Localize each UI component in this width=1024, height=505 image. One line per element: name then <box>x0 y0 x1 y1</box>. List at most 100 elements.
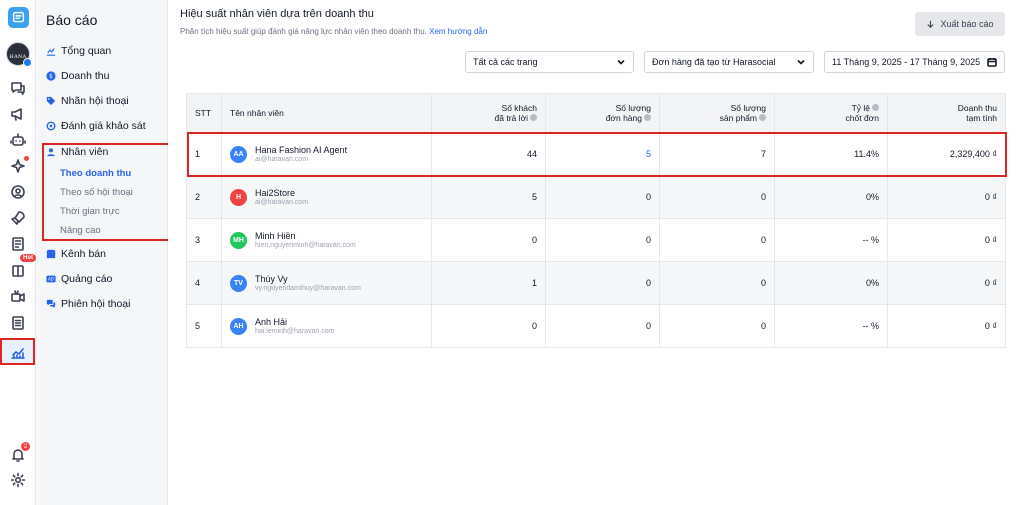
app-logo-icon[interactable] <box>8 7 29 28</box>
cell-stt: 1 <box>186 132 222 176</box>
svg-text:$: $ <box>49 74 53 80</box>
cell-orders: 0 <box>545 218 660 262</box>
robot-icon[interactable] <box>6 128 30 152</box>
avatar: AH <box>230 317 247 335</box>
cell-products: 0 <box>659 175 775 219</box>
employee-name: Thúy Vy <box>255 274 288 284</box>
megaphone-icon[interactable] <box>6 102 30 126</box>
main-content: Hiệu suất nhân viên dựa trên doanh thu P… <box>168 0 1024 505</box>
notification-count-badge: 2 <box>21 442 30 451</box>
cell-orders: 0 <box>545 175 660 219</box>
cell-revenue: 2,329,400 ₫ <box>887 132 1006 176</box>
cell-close-rate: 0% <box>774 261 888 305</box>
help-icon[interactable] <box>872 104 879 112</box>
sidebar-item-sessions[interactable]: Phiên hội thoại <box>46 297 130 311</box>
video-icon[interactable] <box>6 284 30 308</box>
sidebar-item-ads[interactable]: AD Quảng cáo <box>46 272 112 286</box>
reports-rail-item[interactable] <box>0 338 35 365</box>
customer-icon[interactable] <box>6 180 30 204</box>
sidebar-item-survey[interactable]: Đánh giá khảo sát <box>46 119 146 133</box>
sparkle-icon[interactable] <box>6 154 30 178</box>
cell-revenue: 0 ₫ <box>887 304 1006 348</box>
store-icon <box>46 249 56 259</box>
sidebar-item-staff[interactable]: Nhân viên <box>46 145 108 159</box>
sidebar-subitem-by-revenue[interactable]: Theo doanh thu <box>60 168 131 179</box>
cell-customers: 0 <box>431 218 546 262</box>
sidebar-title: Báo cáo <box>46 12 98 28</box>
calendar-icon <box>987 58 997 67</box>
employee-name: Anh Hải <box>255 317 288 327</box>
cell-products: 0 <box>659 261 775 305</box>
header-stt: STT <box>186 93 222 133</box>
cell-stt: 5 <box>186 304 222 348</box>
avatar: MH <box>230 231 247 249</box>
cell-employee: AH Anh Hải hai.leminh@haravan.com <box>221 304 432 348</box>
sidebar-subitem-by-conversations[interactable]: Theo số hội thoại <box>60 187 133 198</box>
table-row[interactable]: 3 MH Minh Hiền hien.nguyenminh@haravan.co… <box>186 218 1006 262</box>
employee-name: Minh Hiền <box>255 231 296 241</box>
table-row[interactable]: 1 AA Hana Fashion AI Agent ai@haravan.com… <box>186 132 1006 176</box>
cell-close-rate: -- % <box>774 218 888 262</box>
employee-email: hien.nguyenminh@haravan.com <box>255 242 356 249</box>
orders-list-icon[interactable] <box>6 232 30 256</box>
cell-customers: 44 <box>431 132 546 176</box>
cell-stt: 2 <box>186 175 222 219</box>
cell-close-rate: 11.4% <box>774 132 888 176</box>
help-icon[interactable] <box>759 114 766 122</box>
report-sidebar: Báo cáo Tổng quan $ Doanh thu Nhãn hội t… <box>36 0 196 505</box>
cell-customers: 0 <box>431 304 546 348</box>
sidebar-item-revenue[interactable]: $ Doanh thu <box>46 69 109 83</box>
sidebar-item-overview[interactable]: Tổng quan <box>46 44 111 58</box>
table-header-row: STT Tên nhân viên Số khách đã trả lời Số … <box>186 93 1006 133</box>
order-source-select[interactable]: Đơn hàng đã tạo từ Harasocial <box>644 51 814 73</box>
sidebar-subitem-shift-time[interactable]: Thời gian trực <box>60 206 120 217</box>
table-row[interactable]: 2 H Hai2Store ai@haravan.com 5 0 0 0% 0 ₫ <box>186 175 1006 219</box>
chevron-down-icon <box>617 59 625 65</box>
header-orders: Số lượng đơn hàng <box>545 93 660 133</box>
avatar: AA <box>230 145 247 163</box>
cell-orders[interactable]: 5 <box>545 132 660 176</box>
header-products: Số lượng sản phẩm <box>659 93 775 133</box>
conversations-icon[interactable] <box>6 76 30 100</box>
checklist-icon[interactable] <box>6 311 30 335</box>
header-revenue: Doanh thu tạm tính <box>887 93 1006 133</box>
hot-badge: Hot <box>20 254 36 262</box>
help-icon[interactable] <box>644 114 651 122</box>
header-customers: Số khách đã trả lời <box>431 93 546 133</box>
avatar: TV <box>230 274 247 292</box>
cell-customers: 1 <box>431 261 546 305</box>
header-close-rate: Tỷ lệ chốt đơn <box>774 93 888 133</box>
chevron-down-icon <box>797 59 805 65</box>
sidebar-item-labels[interactable]: Nhãn hội thoại <box>46 94 129 108</box>
employee-email: hai.leminh@haravan.com <box>255 328 335 335</box>
rocket-icon[interactable] <box>6 206 30 230</box>
user-icon <box>47 148 55 157</box>
settings-gear-icon <box>46 121 56 131</box>
shop-avatar[interactable]: HANA <box>6 42 32 67</box>
export-report-button[interactable]: Xuất báo cáo <box>915 12 1005 36</box>
promotion-icon[interactable]: Hot <box>6 254 36 282</box>
chart-line-icon <box>46 48 56 56</box>
sidebar-item-channels[interactable]: Kênh bán <box>46 247 106 261</box>
bell-icon[interactable]: 2 <box>6 442 30 467</box>
new-dot-icon <box>24 156 29 161</box>
cell-revenue: 0 ₫ <box>887 261 1006 305</box>
cell-products: 0 <box>659 218 775 262</box>
help-icon[interactable] <box>530 114 537 122</box>
svg-text:AD: AD <box>48 277 54 282</box>
table-row[interactable]: 5 AH Anh Hải hai.leminh@haravan.com 0 0 0… <box>186 304 1006 348</box>
table-row[interactable]: 4 TV Thúy Vy vy.nguyendamthuy@haravan.com… <box>186 261 1006 305</box>
date-range-picker[interactable]: 11 Tháng 9, 2025 - 17 Tháng 9, 2025 <box>824 51 1005 73</box>
cell-employee: MH Minh Hiền hien.nguyenminh@haravan.com <box>221 218 432 262</box>
cell-products: 7 <box>659 132 775 176</box>
sidebar-subitem-advanced[interactable]: Nâng cao <box>60 225 101 236</box>
guide-link[interactable]: Xem hướng dẫn <box>429 27 487 36</box>
page-filter-select[interactable]: Tất cả các trang <box>465 51 634 73</box>
cell-employee: H Hai2Store ai@haravan.com <box>221 175 432 219</box>
cell-stt: 3 <box>186 218 222 262</box>
cell-revenue: 0 ₫ <box>887 218 1006 262</box>
cell-products: 0 <box>659 304 775 348</box>
settings-icon[interactable] <box>6 468 30 492</box>
facebook-badge-icon <box>23 58 32 67</box>
cell-orders: 0 <box>545 304 660 348</box>
